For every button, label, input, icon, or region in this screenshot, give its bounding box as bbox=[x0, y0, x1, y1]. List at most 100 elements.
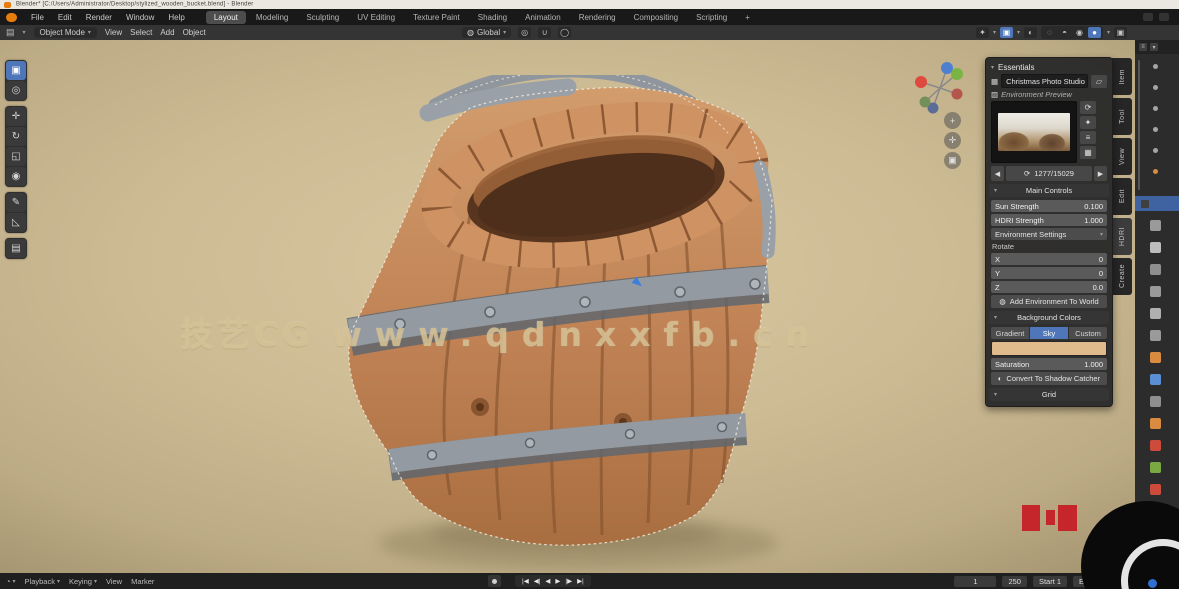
shadow-catcher-toggle[interactable]: ◐ Convert To Shadow Catcher bbox=[991, 372, 1107, 385]
add-workspace-button[interactable]: + bbox=[737, 11, 758, 24]
properties-tab-constraints[interactable] bbox=[1150, 440, 1161, 451]
menu-file[interactable]: File bbox=[24, 11, 51, 24]
shading-popover-caret-icon[interactable]: ▾ bbox=[1107, 29, 1110, 36]
menu-edit[interactable]: Edit bbox=[51, 11, 79, 24]
tab-sculpting[interactable]: Sculpting bbox=[298, 11, 347, 24]
properties-tab-modifiers[interactable] bbox=[1150, 374, 1161, 385]
show-gizmo-button[interactable]: ✦ bbox=[976, 27, 989, 38]
jump-start-button[interactable]: |◀ bbox=[522, 577, 529, 585]
cursor-tool[interactable]: ◎ bbox=[6, 81, 26, 100]
sidebar-tab-item[interactable]: Item bbox=[1112, 58, 1132, 95]
move-view-button[interactable]: ✛ bbox=[944, 132, 961, 149]
environment-settings-dropdown[interactable]: Environment Settings ▾ bbox=[991, 228, 1107, 240]
zoom-button[interactable]: + bbox=[944, 112, 961, 129]
section-main-controls[interactable]: ▾ Main Controls bbox=[989, 184, 1109, 197]
timeline-editor-selector[interactable]: ◔ ▾ bbox=[6, 577, 16, 586]
menu-render[interactable]: Render bbox=[79, 11, 119, 24]
play-button[interactable]: ▶ bbox=[555, 577, 560, 585]
preview-options-button[interactable]: ≡ bbox=[1080, 131, 1096, 144]
properties-active-tab[interactable] bbox=[1135, 196, 1179, 211]
properties-tab-scene[interactable] bbox=[1150, 308, 1161, 319]
sidebar-tab-hdri[interactable]: HDRI bbox=[1112, 218, 1132, 255]
properties-tab-object[interactable] bbox=[1150, 352, 1161, 363]
background-gradient-option[interactable]: Gradient bbox=[991, 327, 1029, 339]
tab-shading[interactable]: Shading bbox=[470, 11, 515, 24]
tab-animation[interactable]: Animation bbox=[517, 11, 569, 24]
preview-favorite-button[interactable]: ✦ bbox=[1080, 116, 1096, 129]
tab-scripting[interactable]: Scripting bbox=[688, 11, 735, 24]
menu-window[interactable]: Window bbox=[119, 11, 161, 24]
current-frame-field[interactable]: 1 bbox=[954, 576, 996, 587]
snap-magnet-button[interactable]: ∪ bbox=[538, 27, 551, 38]
annotate-tool[interactable]: ✎ bbox=[6, 193, 26, 212]
sidebar-tab-view[interactable]: View bbox=[1112, 138, 1132, 175]
scrollbar[interactable] bbox=[1138, 60, 1140, 190]
tab-uv-editing[interactable]: UV Editing bbox=[349, 11, 403, 24]
outliner-filter-icon[interactable]: ≡ bbox=[1139, 43, 1147, 51]
viewport-extra-button[interactable]: ▣ bbox=[1114, 27, 1127, 38]
section-grid[interactable]: ▾ Grid bbox=[989, 388, 1109, 401]
properties-tab-particles[interactable] bbox=[1150, 396, 1161, 407]
properties-tab-view-layer[interactable] bbox=[1150, 286, 1161, 297]
environment-index[interactable]: ⟳ 1277/15029 bbox=[1006, 166, 1092, 181]
blender-app-icon[interactable] bbox=[6, 13, 17, 22]
preview-refresh-button[interactable]: ⟳ bbox=[1080, 101, 1096, 114]
menu-marker[interactable]: Marker bbox=[131, 577, 154, 586]
prev-environment-button[interactable]: ◀ bbox=[991, 166, 1004, 181]
tab-texture-paint[interactable]: Texture Paint bbox=[405, 11, 468, 24]
play-reverse-button[interactable]: ◀ bbox=[545, 577, 550, 585]
menu-object[interactable]: Object bbox=[183, 28, 206, 37]
move-tool[interactable]: ✛ bbox=[6, 107, 26, 126]
outliner-caret-icon[interactable]: ▾ bbox=[1150, 43, 1158, 51]
properties-tab-object-data[interactable] bbox=[1150, 462, 1161, 473]
sidebar-tab-tool[interactable]: Tool bbox=[1112, 98, 1132, 135]
saturation-slider[interactable]: Saturation1.000 bbox=[991, 358, 1107, 370]
shading-material-button[interactable]: ◉ bbox=[1073, 27, 1086, 38]
menu-playback[interactable]: Playback▾ bbox=[25, 577, 60, 586]
world-name-field[interactable]: Christmas Photo Studio bbox=[1001, 74, 1088, 88]
sidebar-tab-edit[interactable]: Edit bbox=[1112, 178, 1132, 215]
select-box-tool[interactable]: ▣ bbox=[6, 61, 26, 80]
open-folder-button[interactable]: ▱ bbox=[1091, 75, 1107, 88]
preview-grid-button[interactable]: ▦ bbox=[1080, 146, 1096, 159]
navigation-gizmo[interactable] bbox=[905, 58, 971, 118]
menu-view[interactable]: View bbox=[105, 28, 122, 37]
frame-range-display[interactable]: 250 bbox=[1002, 576, 1027, 587]
menu-keying[interactable]: Keying▾ bbox=[69, 577, 97, 586]
menu-timeline-view[interactable]: View bbox=[106, 577, 122, 586]
shading-wireframe-button[interactable]: ◌ bbox=[1043, 27, 1056, 38]
tab-layout[interactable]: Layout bbox=[206, 11, 246, 24]
sun-strength-slider[interactable]: Sun Strength0.100 bbox=[991, 200, 1107, 212]
background-color-swatch[interactable] bbox=[991, 341, 1107, 356]
overlays-toggle[interactable]: ▣ bbox=[1000, 27, 1013, 38]
camera-view-button[interactable]: ▣ bbox=[944, 152, 961, 169]
pivot-point-button[interactable]: ◎ bbox=[518, 27, 531, 38]
tab-modeling[interactable]: Modeling bbox=[248, 11, 296, 24]
auto-keying-button[interactable] bbox=[488, 575, 501, 587]
sidebar-tab-create[interactable]: Create bbox=[1112, 258, 1132, 295]
scene-icon[interactable] bbox=[1143, 13, 1153, 21]
next-environment-button[interactable]: ▶ bbox=[1094, 166, 1107, 181]
menu-select[interactable]: Select bbox=[130, 28, 152, 37]
xray-toggle[interactable]: ◐ bbox=[1024, 27, 1037, 38]
3d-viewport[interactable]: 技艺CGwww.qdnxxfb.cn ▣ ◎ ✛ ↻ ◱ ◉ ✎ ◺ ▤ bbox=[0, 40, 1135, 573]
transform-tool[interactable]: ◉ bbox=[6, 167, 26, 186]
properties-tab-material[interactable] bbox=[1150, 484, 1161, 495]
measure-tool[interactable]: ◺ bbox=[6, 213, 26, 232]
properties-tab-world[interactable] bbox=[1150, 330, 1161, 341]
mode-selector[interactable]: Object Mode ▾ bbox=[34, 27, 97, 38]
properties-tab-render[interactable] bbox=[1150, 242, 1161, 253]
frame-start-field[interactable]: Start 1 bbox=[1033, 576, 1067, 587]
tab-compositing[interactable]: Compositing bbox=[626, 11, 686, 24]
add-environment-button[interactable]: ◍ Add Environment To World bbox=[991, 295, 1107, 308]
add-cube-tool[interactable]: ▤ bbox=[6, 239, 26, 258]
rotate-x-field[interactable]: X0 bbox=[991, 253, 1107, 265]
prev-keyframe-button[interactable]: ◀| bbox=[534, 577, 541, 585]
transform-orientation-dropdown[interactable]: ◍ Global ▾ bbox=[462, 27, 511, 38]
properties-tab-tool[interactable] bbox=[1150, 220, 1161, 231]
shading-solid-button[interactable]: ◓ bbox=[1058, 27, 1071, 38]
rotate-y-field[interactable]: Y0 bbox=[991, 267, 1107, 279]
background-sky-option[interactable]: Sky bbox=[1030, 327, 1068, 339]
menu-add[interactable]: Add bbox=[160, 28, 174, 37]
jump-end-button[interactable]: ▶| bbox=[577, 577, 584, 585]
